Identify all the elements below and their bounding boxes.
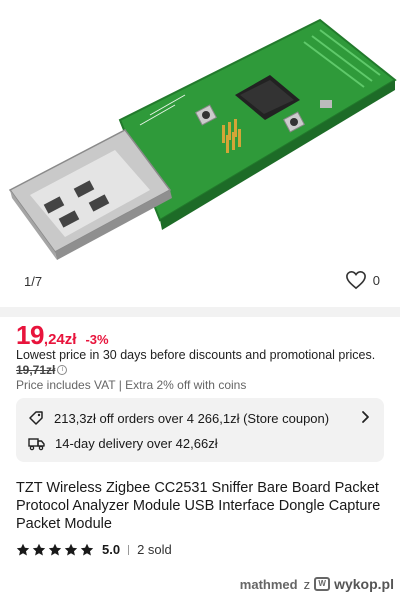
watermark-brand: wykop.pl — [334, 576, 394, 592]
star-icon — [32, 543, 46, 555]
section-divider — [0, 307, 400, 317]
price-main: 19 — [16, 320, 44, 350]
delivery-text: 14-day delivery over 42,66zł — [55, 436, 218, 451]
product-image — [8, 18, 397, 260]
store-coupon-row[interactable]: 213,3zł off orders over 4 266,1zł (Store… — [28, 410, 329, 426]
star-rating — [16, 543, 94, 557]
price-row: 19 ,24zł -3% — [16, 320, 109, 351]
delivery-row[interactable]: 14-day delivery over 42,66zł — [28, 436, 218, 451]
watermark-separator: z — [303, 576, 311, 592]
coupon-icon — [29, 411, 43, 425]
sold-count: 2 sold — [137, 542, 172, 557]
delivery-truck-icon — [28, 437, 45, 450]
heart-icon — [345, 270, 366, 290]
wishlist-count: 0 — [372, 272, 380, 288]
store-coupon-text: 213,3zł off orders over 4 266,1zł (Store… — [54, 410, 330, 426]
watermark-user: mathmed — [239, 576, 298, 592]
chevron-right-icon[interactable] — [360, 410, 370, 424]
star-icon — [64, 543, 78, 555]
discount-badge: -3% — [85, 332, 109, 347]
lowest-price-note: Lowest price in 30 days before discounts… — [16, 348, 376, 362]
watermark: mathmed z W wykop.pl — [240, 576, 394, 592]
rating-divider — [128, 544, 130, 555]
star-icon — [80, 543, 94, 555]
old-price: 19,71zł — [16, 363, 56, 377]
product-title: TZT Wireless Zigbee CC2531 Sniffer Bare … — [16, 480, 381, 532]
star-icon — [16, 543, 30, 555]
image-counter: 1/7 — [24, 274, 43, 289]
old-price-row[interactable]: 19,71zł i — [16, 363, 68, 377]
wishlist-button[interactable]: 0 — [345, 270, 380, 290]
rating-row[interactable]: 5.0 2 sold — [16, 542, 172, 557]
star-icon — [48, 543, 62, 555]
wykop-logo-icon: W — [314, 577, 331, 591]
promotions-panel[interactable]: 213,3zł off orders over 4 266,1zł (Store… — [16, 398, 384, 462]
price-decimal: ,24zł — [43, 331, 77, 348]
rating-value: 5.0 — [102, 542, 121, 557]
vat-note: Price includes VAT | Extra 2% off with c… — [16, 378, 247, 392]
product-gallery[interactable]: 1/7 0 — [0, 0, 400, 307]
info-icon[interactable]: i — [57, 365, 68, 375]
